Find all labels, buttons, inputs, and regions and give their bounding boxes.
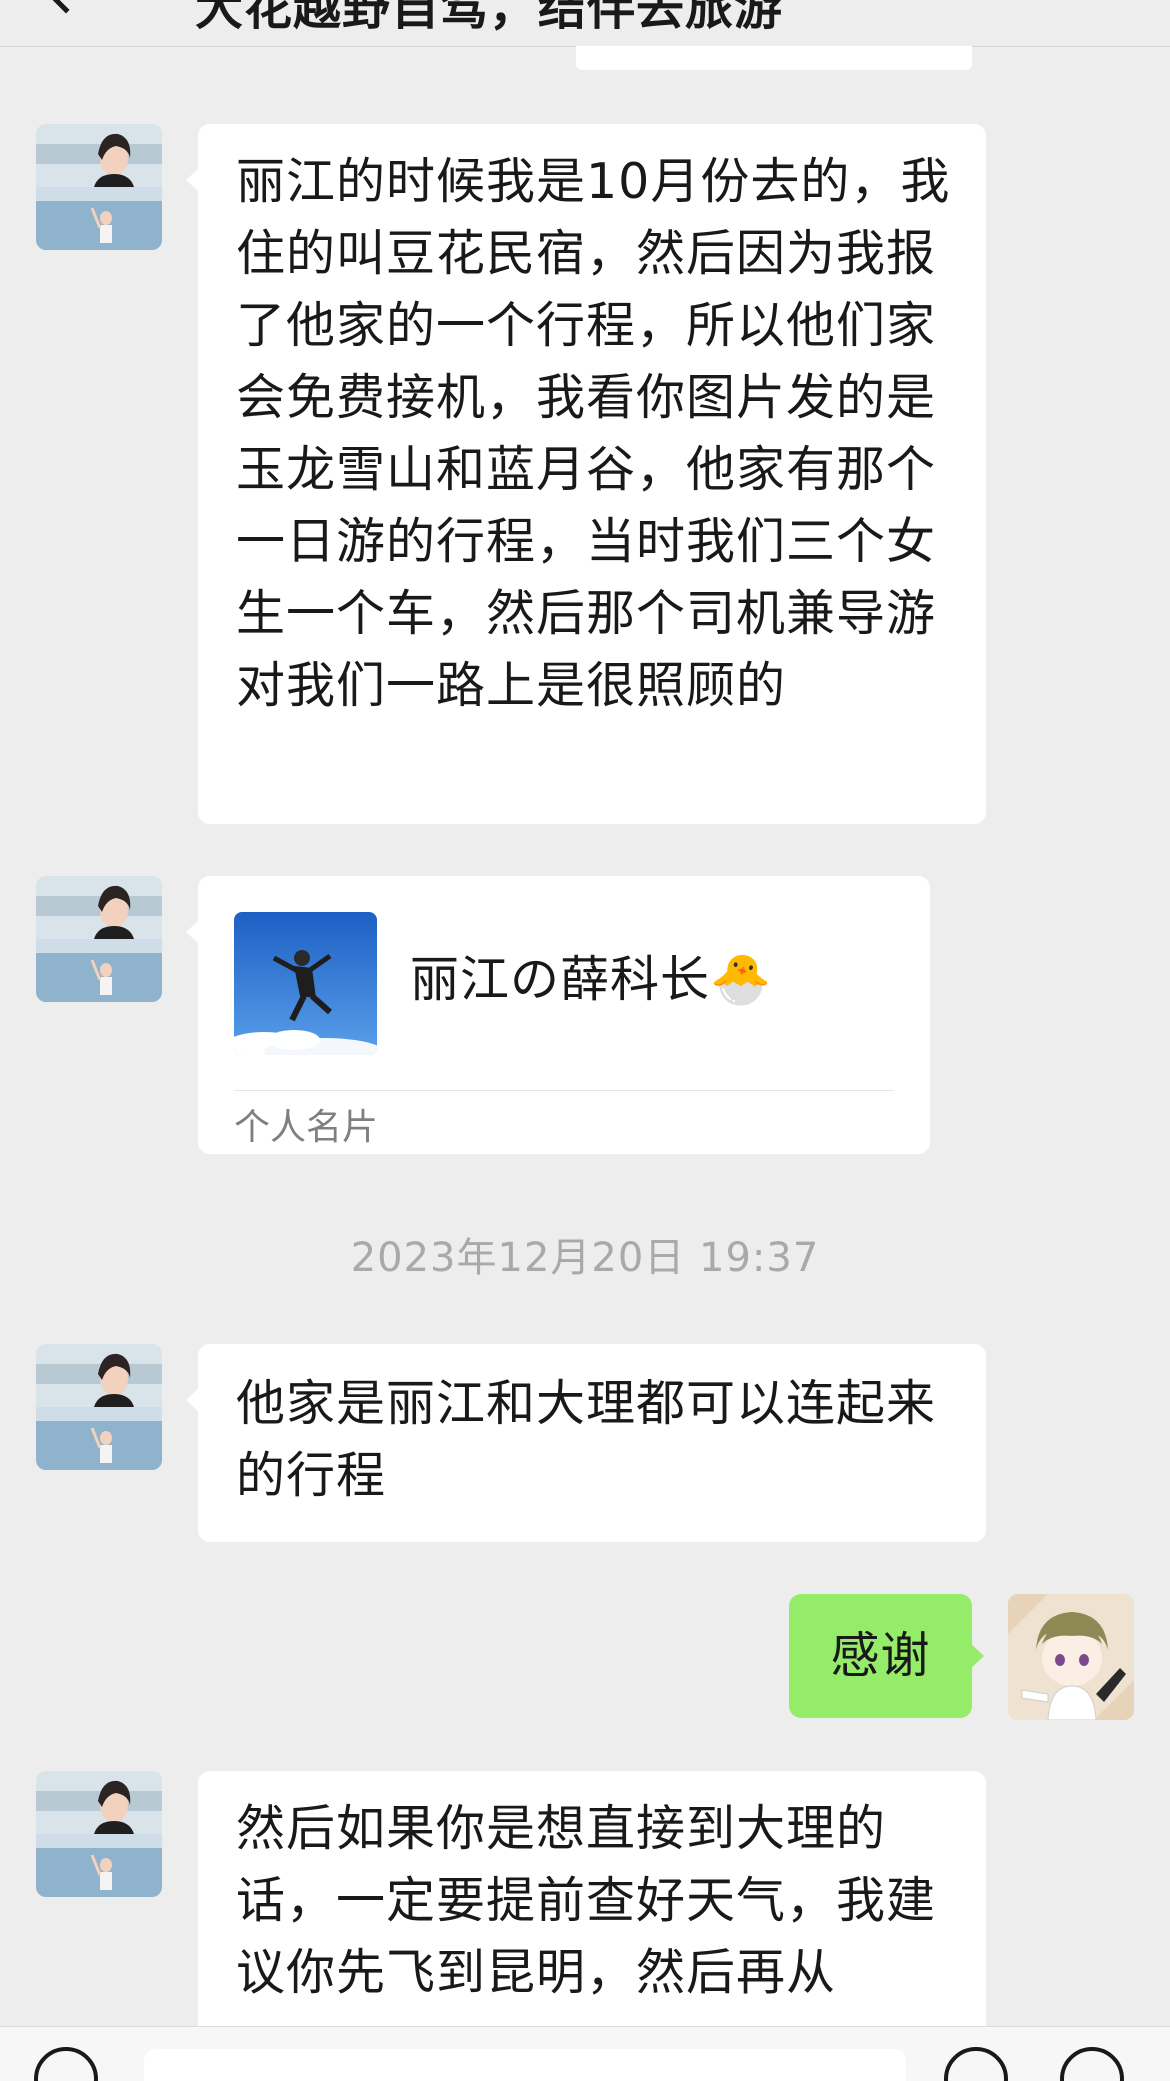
chevron-left-icon[interactable] (40, 0, 92, 14)
message-text: 感谢 (830, 1627, 931, 1684)
divider (234, 1090, 894, 1091)
message-input[interactable] (144, 2049, 906, 2081)
contact-card-type-label: 个人名片 (234, 1107, 379, 1148)
message-timestamp: 2023年12月20日 19:37 (350, 1235, 820, 1281)
contact-card-name: 丽江の薛科长🐣 (410, 951, 773, 1008)
contact-avatar[interactable] (36, 876, 162, 1002)
contact-avatar[interactable] (36, 124, 162, 250)
contact-card-photo (234, 912, 377, 1055)
contact-avatar[interactable] (36, 1771, 162, 1897)
chat-input-bar (0, 2026, 1170, 2081)
message-bubble[interactable]: 丽江的时候我是10月份去的，我住的叫豆花民宿，然后因为我报了他家的一个行程，所以… (186, 124, 986, 824)
voice-icon[interactable] (34, 2047, 98, 2081)
emoji-icon[interactable] (944, 2047, 1008, 2081)
chat-header: 大花越野自驾，结伴去旅游 (0, 0, 1170, 47)
contact-avatar[interactable] (36, 1344, 162, 1470)
plus-icon[interactable] (1060, 2047, 1124, 2081)
message-text: 然后如果你是想直接到大理的话，一定要提前查好天气，我建议你先飞到昆明，然后再从 (236, 1800, 937, 2001)
message-text: 他家是丽江和大理都可以连起来的行程 (236, 1375, 937, 1504)
message-bubble-self[interactable]: 感谢 (789, 1594, 984, 1718)
message-bubble[interactable]: 他家是丽江和大理都可以连起来的行程 (186, 1344, 986, 1542)
previous-message-bubble[interactable] (576, 46, 972, 70)
chat-title: 大花越野自驾，结伴去旅游 (195, 0, 784, 36)
self-avatar[interactable] (1008, 1594, 1134, 1720)
message-text: 丽江的时候我是10月份去的，我住的叫豆花民宿，然后因为我报了他家的一个行程，所以… (236, 153, 951, 714)
contact-card[interactable]: 丽江の薛科长🐣 个人名片 (186, 876, 930, 1154)
